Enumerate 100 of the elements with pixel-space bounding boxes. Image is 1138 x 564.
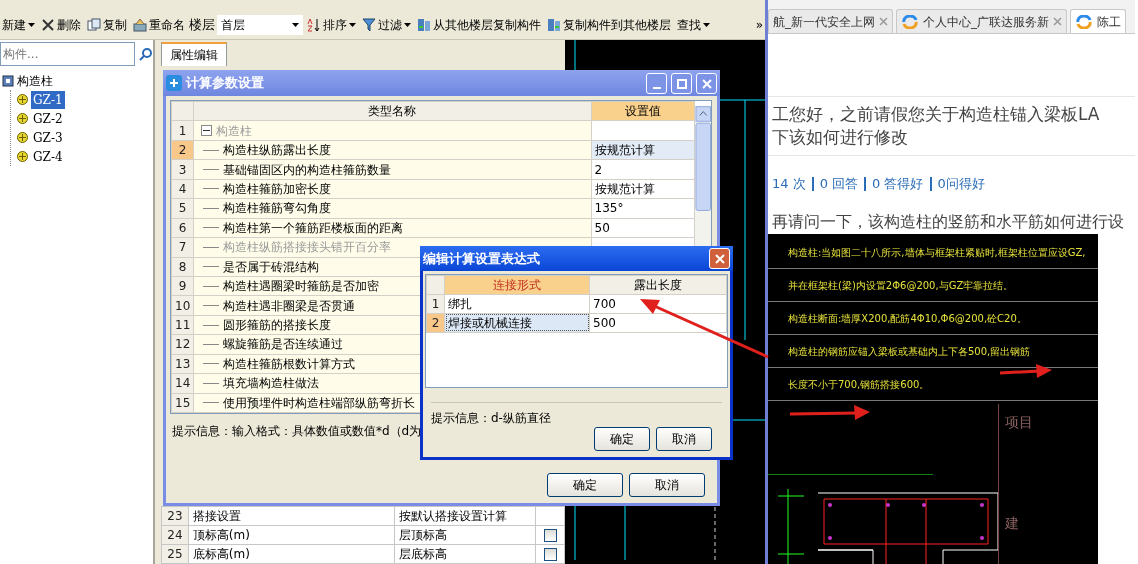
dialog-button[interactable]: 取消 <box>656 427 712 451</box>
overflow-button[interactable]: » <box>753 14 765 35</box>
column-icon <box>17 151 28 162</box>
drawing-label: 项目 <box>1005 413 1033 432</box>
parameter-name: 构造柱 <box>216 122 253 140</box>
tree-item[interactable]: GZ-4 <box>31 147 65 166</box>
parameter-name: 圆形箍筋的搭接长度 <box>223 317 332 335</box>
row-number: 10 <box>171 295 194 316</box>
row-number: 9 <box>171 276 194 296</box>
dialog-title: 编辑计算设置表达式 <box>423 249 541 268</box>
checkbox[interactable] <box>543 528 557 542</box>
column-icon <box>17 132 28 143</box>
annotation-arrow <box>999 364 1052 378</box>
row-number: 14 <box>171 373 194 394</box>
row-number: 15 <box>171 393 194 413</box>
parameter-name: 构造柱遇圈梁时箍筋是否加密 <box>223 278 380 296</box>
close-icon <box>879 17 888 26</box>
toolbar-button[interactable]: 重命名 <box>131 14 187 35</box>
parameter-name: 构造柱纵筋搭接接头错开百分率 <box>223 239 392 257</box>
stat-link[interactable]: 0 答得好 <box>872 174 924 194</box>
sort-icon <box>307 17 321 32</box>
filter-icon <box>362 17 376 32</box>
parameter-name: 螺旋箍筋是否连续通过 <box>223 336 344 354</box>
row-number: 8 <box>171 257 194 277</box>
browser-tab[interactable]: 陈工 <box>1070 9 1126 33</box>
checkbox[interactable] <box>543 547 557 561</box>
question-title: 工您好，之前请假您关于构造柱锚入梁板LA <box>772 103 1101 126</box>
tree-item[interactable]: GZ-1 <box>31 90 65 109</box>
maximize-icon <box>676 79 687 89</box>
hint-text: 提示信息：输入格式：具体数值或数值*d（d为 <box>172 423 422 440</box>
column-icon <box>17 94 28 105</box>
property-name: 顶标高(m) <box>188 525 395 545</box>
drawing-note: 构造柱:当如图二十八所示,墙体与框架柱紧贴时,框架柱位置应设GZ, <box>768 236 1098 270</box>
copy-icon <box>87 17 101 32</box>
browser-logo-icon <box>901 14 919 29</box>
parameter-name: 构造柱第一个箍筋距楼板面的距离 <box>223 219 404 237</box>
toolbar-button[interactable]: 删除 <box>39 14 83 35</box>
close-icon <box>701 79 712 89</box>
dialog-button[interactable]: 确定 <box>547 473 623 497</box>
row-number: 23 <box>161 506 189 526</box>
delete-icon <box>41 17 55 32</box>
rename-icon <box>133 17 147 32</box>
property-name: 底标高(m) <box>188 544 395 564</box>
drawing-label: 建 <box>1005 514 1020 533</box>
question-title: 下该如何进行修改 <box>772 126 909 149</box>
dialog-title: 计算参数设置 <box>186 74 265 93</box>
parameter-name: 构造柱箍筋加密长度 <box>223 180 332 198</box>
close-icon <box>1053 17 1062 26</box>
tree-item[interactable]: GZ-2 <box>31 109 65 128</box>
drawing-note: 构造柱断面:墙厚X200,配筋4Φ10,Φ6@200,砼C20。 <box>768 302 1098 336</box>
parameter-value[interactable]: 50 <box>594 220 610 235</box>
browser-logo-icon <box>1075 14 1093 29</box>
close-button[interactable] <box>696 72 717 94</box>
app-icon <box>166 75 182 91</box>
question-text: 再请问一下，该构造柱的竖筋和水平筋如何进行设 <box>772 210 1125 233</box>
row-number: 2 <box>171 140 194 160</box>
drawing-note: 并在框架柱(梁)内设置2Φ6@200,与GZ牢靠拉结。 <box>768 269 1098 303</box>
row-number: 7 <box>171 237 194 257</box>
table-cell[interactable]: 绑扎 <box>444 294 590 314</box>
parameter-name: 是否属于砖混结构 <box>223 258 320 276</box>
floor-select[interactable]: 首层 <box>217 14 303 35</box>
tree-item[interactable]: 构造柱 <box>17 72 53 90</box>
parameter-name: 基础锚固区内的构造柱箍筋数量 <box>223 161 392 179</box>
parameter-name: 构造柱箍筋根数计算方式 <box>223 355 356 373</box>
row-number: 5 <box>171 198 194 219</box>
toolbar-button[interactable]: 排序 <box>305 14 358 35</box>
browser-tab[interactable]: 航_新一代安全上网 <box>768 9 893 33</box>
parameter-name: 构造柱遇非圈梁是否贯通 <box>223 297 356 315</box>
toolbar-button[interactable]: 过滤 <box>360 14 413 35</box>
property-value: 层顶标高 <box>394 525 536 545</box>
stat-link[interactable]: 0问得好 <box>937 174 985 194</box>
row-number: 13 <box>171 354 194 374</box>
toolbar-button[interactable]: 从其他楼层复制构件 <box>415 14 543 35</box>
dialog-button[interactable]: 取消 <box>629 473 705 497</box>
toolbar-button[interactable]: 复制构件到其他楼层 <box>545 14 673 35</box>
stat-link[interactable]: 0 回答 <box>819 174 859 194</box>
parameter-value[interactable]: 2 <box>594 162 603 177</box>
parameter-name: 构造柱纵筋露出长度 <box>223 142 332 160</box>
close-button[interactable] <box>709 247 730 269</box>
dialog-button[interactable]: 确定 <box>594 427 650 451</box>
toolbar-button[interactable]: 查找 <box>675 14 712 35</box>
table-cell[interactable]: 500 <box>589 313 727 333</box>
tree-item[interactable]: GZ-3 <box>31 128 65 147</box>
row-number: 11 <box>171 315 194 335</box>
property-value: 按默认搭接设置计算 <box>394 506 536 526</box>
maximize-button[interactable] <box>671 72 692 94</box>
toolbar-button[interactable]: 新建 <box>0 14 37 35</box>
minimize-button[interactable] <box>646 72 667 94</box>
toolbar-button[interactable]: 复制 <box>85 14 129 35</box>
search-icon <box>139 47 153 61</box>
column-icon <box>17 113 28 124</box>
property-value: 层底标高 <box>394 544 536 564</box>
row-number: 4 <box>171 179 194 199</box>
parameter-name: 使用预埋件时构造柱端部纵筋弯折长 <box>223 394 416 412</box>
browser-tab[interactable]: 个人中心_广联达服务新 <box>896 9 1067 33</box>
stat-link[interactable]: 14 次 <box>772 174 806 194</box>
search-field[interactable]: 构件... <box>0 42 135 66</box>
row-number: 6 <box>171 218 194 238</box>
panel-tab[interactable]: 属性编辑 <box>161 42 227 66</box>
minimize-icon <box>652 86 661 89</box>
